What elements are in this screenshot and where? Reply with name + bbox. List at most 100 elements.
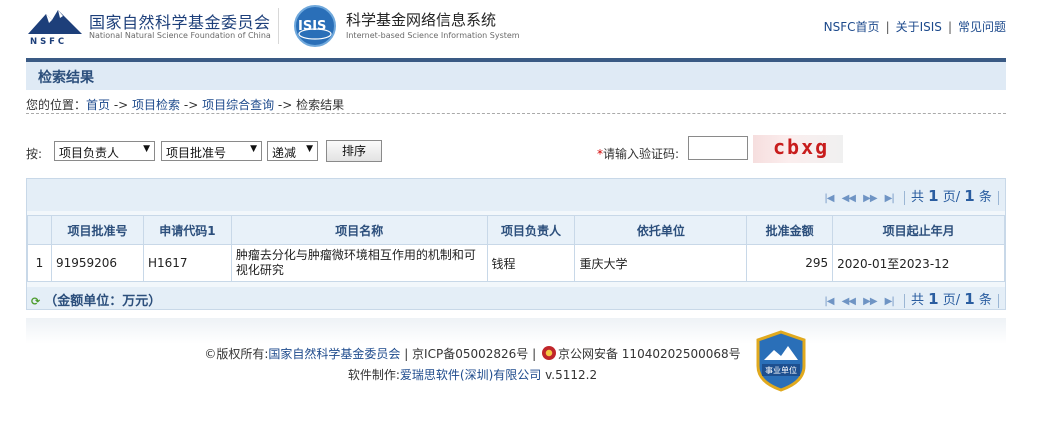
count-unit: 条 (978, 190, 992, 205)
pager-divider (903, 190, 905, 205)
org-name-cn: 国家自然科学基金委员会 (89, 13, 271, 32)
chevron-down-icon: ▼ (250, 144, 257, 154)
top-links: NSFC首页 | 关于ISIS | 常见问题 (824, 18, 1006, 35)
pager-divider (998, 293, 999, 308)
cell-period: 2020-01至2023-12 (832, 244, 1005, 282)
breadcrumb-comprehensive-query[interactable]: 项目综合查询 (202, 98, 274, 112)
link-faq[interactable]: 常见问题 (958, 20, 1006, 34)
copyright-prefix: ©版权所有: (204, 347, 269, 361)
org-name-en: National Natural Science Foundation of C… (89, 31, 271, 40)
cell-project-name[interactable]: 肿瘤去分化与肿瘤微环境相互作用的机制和可视化研究 (230, 244, 488, 282)
software-prefix: 软件制作: (347, 368, 400, 382)
col-approval-no-header[interactable]: 项目批准号 (50, 215, 144, 245)
pages-unit: 页/ (942, 293, 961, 308)
nsfc-logo[interactable]: N S F C (26, 6, 84, 46)
captcha-image[interactable]: cbxg (753, 135, 843, 163)
col-amount-header[interactable]: 批准金额 (746, 215, 834, 245)
pager-divider (903, 293, 905, 308)
cell-code: H1617 (142, 244, 232, 282)
isis-logo[interactable]: ISIS (292, 4, 338, 48)
link-separator: | (947, 20, 952, 34)
sort-field2-select[interactable]: 项目批准号 ▼ (161, 141, 262, 161)
link-nsfc-home[interactable]: NSFC首页 (824, 20, 880, 34)
police-badge-icon (541, 346, 556, 360)
footer-shade (26, 318, 1006, 344)
pager-top: |◀ ◀◀ ▶▶ ▶| 共 1 页/ 1 条 (824, 186, 1001, 205)
sort-field1-select[interactable]: 项目负责人 ▼ (54, 141, 155, 161)
sort-order-select[interactable]: 递减 ▼ (267, 141, 318, 161)
next-page-icon[interactable]: ▶▶ (863, 193, 877, 204)
cell-approval-no[interactable]: 91959206 (50, 244, 144, 282)
results-panel: |◀ ◀◀ ▶▶ ▶| 共 1 页/ 1 条 项目批准号 申请代码1 项目名称 … (26, 178, 1006, 310)
col-index-header (27, 215, 52, 245)
breadcrumb-sep: -> (180, 98, 203, 112)
captcha-label-text: 请输入验证码: (603, 147, 680, 161)
police-record: 京公网安备 11040202500068号 (557, 347, 741, 361)
link-separator: | (885, 20, 890, 34)
refresh-icon[interactable]: ⟳ (31, 295, 40, 308)
col-leader-header[interactable]: 项目负责人 (486, 215, 576, 245)
sort-label: 按: (26, 147, 43, 161)
pager-prefix: 共 (911, 190, 925, 205)
breadcrumb-current: 检索结果 (296, 98, 345, 112)
pager-prefix: 共 (911, 293, 925, 308)
next-page-icon[interactable]: ▶▶ (863, 296, 877, 307)
last-page-icon[interactable]: ▶| (885, 193, 895, 204)
pager-bottom: |◀ ◀◀ ▶▶ ▶| 共 1 页/ 1 条 (824, 289, 1001, 308)
pager-top-bar: |◀ ◀◀ ▶▶ ▶| 共 1 页/ 1 条 (27, 179, 1005, 211)
table-row[interactable]: 1 91959206 H1617 肿瘤去分化与肿瘤微环境相互作用的机制和可视化研… (27, 244, 1005, 282)
badge-text: 事业单位 (765, 365, 797, 375)
section-title: 检索结果 (38, 70, 94, 86)
header-divider (278, 8, 279, 44)
isis-logo-text: ISIS (298, 19, 326, 34)
page-count: 1 (928, 290, 939, 308)
system-name-en: Internet-based Science Information Syste… (346, 31, 520, 40)
sort-field1-value: 项目负责人 (59, 146, 120, 160)
count-unit: 条 (978, 293, 992, 308)
cell-amount: 295 (746, 244, 834, 282)
pages-unit: 页/ (942, 190, 961, 205)
last-page-icon[interactable]: ▶| (885, 296, 895, 307)
copyright-org-link[interactable]: 国家自然科学基金委员会 (268, 347, 400, 361)
sort-button[interactable]: 排序 (326, 140, 382, 162)
breadcrumb-project-search[interactable]: 项目检索 (132, 98, 180, 112)
col-institution-header[interactable]: 依托单位 (574, 215, 748, 245)
first-page-icon[interactable]: |◀ (824, 296, 834, 307)
software-version: v.5112.2 (545, 368, 598, 382)
link-about-isis[interactable]: 关于ISIS (896, 20, 942, 34)
first-page-icon[interactable]: |◀ (824, 193, 834, 204)
col-period-header[interactable]: 项目起止年月 (832, 215, 1005, 245)
captcha-input[interactable] (688, 136, 748, 160)
amount-unit-text: （金额单位：万元） (44, 294, 162, 309)
page-count: 1 (928, 187, 939, 205)
breadcrumb-prefix: 您的位置： (26, 98, 87, 112)
captcha-image-text: cbxg (773, 135, 830, 159)
captcha-label: *请输入验证码: (597, 145, 679, 162)
chevron-down-icon: ▼ (306, 144, 313, 154)
sort-controls: 按: 项目负责人 ▼ 项目批准号 ▼ 递减 ▼ 排序 *请输入验证码: cbxg (26, 135, 1006, 163)
record-count: 1 (964, 290, 975, 308)
col-name-header[interactable]: 项目名称 (230, 215, 488, 245)
breadcrumb-sep: -> (110, 98, 133, 112)
system-name-cn: 科学基金网络信息系统 (346, 11, 497, 29)
col-code-header[interactable]: 申请代码1 (142, 215, 232, 245)
amount-unit-note: ⟳ （金额单位：万元） (31, 290, 161, 309)
table-header-row: 项目批准号 申请代码1 项目名称 项目负责人 依托单位 批准金额 项目起止年月 (27, 215, 1005, 245)
page-header: N S F C 国家自然科学基金委员会 National Natural Sci… (0, 0, 1053, 56)
public-institution-badge-icon[interactable]: 事业单位 (754, 330, 808, 392)
section-title-bar: 检索结果 (26, 58, 1006, 90)
pager-bottom-bar: ⟳ （金额单位：万元） |◀ ◀◀ ▶▶ ▶| 共 1 页/ 1 条 (27, 287, 1005, 309)
row-index: 1 (27, 244, 52, 282)
prev-page-icon[interactable]: ◀◀ (842, 296, 856, 307)
nsfc-logo-text: N S F C (30, 37, 64, 46)
cell-institution: 重庆大学 (574, 244, 748, 282)
record-count: 1 (964, 187, 975, 205)
sort-order-value: 递减 (272, 146, 297, 160)
breadcrumb: 您的位置：首页 -> 项目检索 -> 项目综合查询 -> 检索结果 (26, 96, 1006, 114)
breadcrumb-home[interactable]: 首页 (86, 98, 110, 112)
software-company-link[interactable]: 爱瑞思软件(深圳)有限公司 (400, 368, 541, 382)
sort-field2-value: 项目批准号 (166, 146, 227, 160)
icp-number: | 京ICP备05002826号 | (404, 347, 537, 361)
chevron-down-icon: ▼ (143, 144, 150, 154)
prev-page-icon[interactable]: ◀◀ (842, 193, 856, 204)
